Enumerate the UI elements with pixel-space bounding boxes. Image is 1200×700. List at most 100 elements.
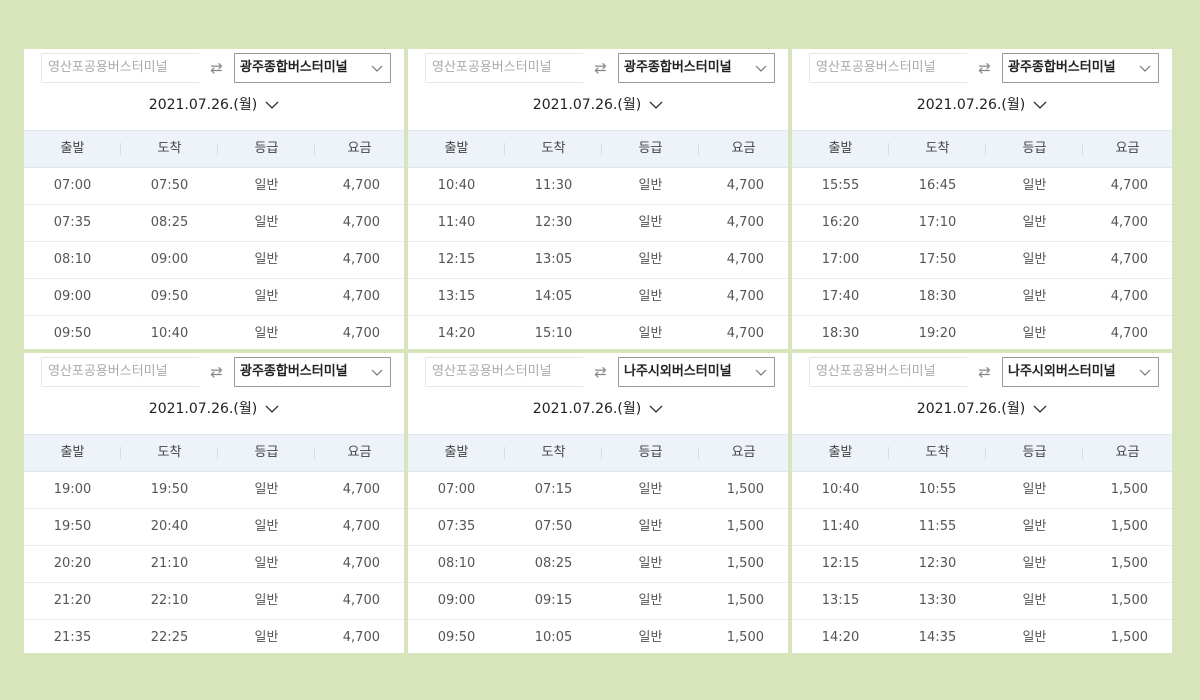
date-selector[interactable]: 2021.07.26.(월) <box>408 397 788 421</box>
chevron-down-icon <box>649 405 663 413</box>
chevron-down-icon <box>755 65 767 72</box>
bus-grade: 일반 <box>254 482 279 497</box>
arrival-time: 19:50 <box>150 482 189 497</box>
bus-grade: 일반 <box>254 252 279 267</box>
arrival-time: 12:30 <box>918 556 957 571</box>
fare: 4,700 <box>726 215 764 230</box>
table-row: 09:00 09:15 일반 1,500 <box>408 583 788 620</box>
origin-field[interactable]: 영산포공용버스터미널 <box>809 357 967 387</box>
bus-grade: 일반 <box>638 326 663 341</box>
origin-field[interactable]: 영산포공용버스터미널 <box>809 53 967 83</box>
table-row: 19:50 20:40 일반 4,700 <box>24 509 404 546</box>
chevron-down-icon <box>371 65 383 72</box>
arrival-time: 10:05 <box>534 630 573 645</box>
departure-time: 08:10 <box>437 556 476 571</box>
destination-label: 광주종합버스터미널 <box>240 60 348 75</box>
arrival-time: 09:15 <box>534 593 573 608</box>
header-divider <box>888 447 889 459</box>
route-selector: 영산포공용버스터미널 ⇄ 나주시외버스터미널 <box>425 357 775 387</box>
destination-select[interactable]: 나주시외버스터미널 <box>618 357 775 387</box>
arrival-time: 11:30 <box>534 178 573 193</box>
departure-time: 12:15 <box>821 556 860 571</box>
date-selector[interactable]: 2021.07.26.(월) <box>24 397 404 421</box>
bus-grade: 일반 <box>1022 556 1047 571</box>
swap-icon[interactable]: ⇄ <box>583 357 618 387</box>
arrival-time: 16:45 <box>918 178 957 193</box>
header-fare: 요금 <box>731 445 756 460</box>
date-selector[interactable]: 2021.07.26.(월) <box>792 93 1172 117</box>
chevron-down-icon <box>1139 65 1151 72</box>
departure-time: 11:40 <box>437 215 476 230</box>
destination-label: 나주시외버스터미널 <box>624 364 732 379</box>
departure-time: 09:00 <box>437 593 476 608</box>
table-row: 07:35 07:50 일반 1,500 <box>408 509 788 546</box>
bus-grade: 일반 <box>254 215 279 230</box>
fare: 4,700 <box>726 326 764 341</box>
swap-icon[interactable]: ⇄ <box>967 357 1002 387</box>
departure-time: 14:20 <box>437 326 476 341</box>
destination-label: 광주종합버스터미널 <box>624 60 732 75</box>
header-divider <box>120 447 121 459</box>
table-row: 16:20 17:10 일반 4,700 <box>792 205 1172 242</box>
arrival-time: 07:50 <box>150 178 189 193</box>
fare: 4,700 <box>342 215 380 230</box>
origin-field[interactable]: 영산포공용버스터미널 <box>425 53 583 83</box>
arrival-time: 21:10 <box>150 556 189 571</box>
table-row: 13:15 13:30 일반 1,500 <box>792 583 1172 620</box>
swap-icon[interactable]: ⇄ <box>199 357 234 387</box>
origin-field[interactable]: 영산포공용버스터미널 <box>41 357 199 387</box>
origin-field[interactable]: 영산포공용버스터미널 <box>41 53 199 83</box>
fare: 4,700 <box>342 289 380 304</box>
table-row: 14:20 14:35 일반 1,500 <box>792 620 1172 653</box>
table-row: 12:15 13:05 일반 4,700 <box>408 242 788 279</box>
departure-time: 13:15 <box>437 289 476 304</box>
route-selector: 영산포공용버스터미널 ⇄ 광주종합버스터미널 <box>425 53 775 83</box>
timetable-panel: 영산포공용버스터미널 ⇄ 광주종합버스터미널 2021.07.26.(월) 출발… <box>24 49 404 349</box>
timetable-panel: 영산포공용버스터미널 ⇄ 광주종합버스터미널 2021.07.26.(월) 출발… <box>24 353 404 653</box>
destination-label: 광주종합버스터미널 <box>240 364 348 379</box>
bus-grade: 일반 <box>254 556 279 571</box>
table-row: 09:50 10:40 일반 4,700 <box>24 316 404 349</box>
arrival-time: 18:30 <box>918 289 957 304</box>
header-departure: 출발 <box>444 141 469 156</box>
swap-icon[interactable]: ⇄ <box>199 53 234 83</box>
date-selector[interactable]: 2021.07.26.(월) <box>408 93 788 117</box>
swap-icon[interactable]: ⇄ <box>583 53 618 83</box>
fare: 4,700 <box>342 326 380 341</box>
header-departure: 출발 <box>828 141 853 156</box>
destination-select[interactable]: 광주종합버스터미널 <box>234 53 391 83</box>
origin-field[interactable]: 영산포공용버스터미널 <box>425 357 583 387</box>
swap-icon[interactable]: ⇄ <box>967 53 1002 83</box>
table-row: 11:40 11:55 일반 1,500 <box>792 509 1172 546</box>
date-selector[interactable]: 2021.07.26.(월) <box>792 397 1172 421</box>
table-body: 15:55 16:45 일반 4,700 16:20 17:10 일반 4,70… <box>792 168 1172 349</box>
destination-select[interactable]: 광주종합버스터미널 <box>234 357 391 387</box>
fare: 1,500 <box>1110 593 1148 608</box>
bus-grade: 일반 <box>254 289 279 304</box>
fare: 4,700 <box>726 178 764 193</box>
fare: 4,700 <box>342 519 380 534</box>
departure-time: 13:15 <box>821 593 860 608</box>
destination-select[interactable]: 나주시외버스터미널 <box>1002 357 1159 387</box>
departure-time: 17:00 <box>821 252 860 267</box>
fare: 1,500 <box>726 630 764 645</box>
table-row: 15:55 16:45 일반 4,700 <box>792 168 1172 205</box>
departure-time: 08:10 <box>53 252 92 267</box>
table-row: 09:00 09:50 일반 4,700 <box>24 279 404 316</box>
date-selector[interactable]: 2021.07.26.(월) <box>24 93 404 117</box>
table-row: 10:40 10:55 일반 1,500 <box>792 472 1172 509</box>
header-fare: 요금 <box>347 445 372 460</box>
fare: 1,500 <box>726 556 764 571</box>
arrival-time: 09:50 <box>150 289 189 304</box>
departure-time: 09:50 <box>53 326 92 341</box>
route-selector: 영산포공용버스터미널 ⇄ 나주시외버스터미널 <box>809 357 1159 387</box>
destination-select[interactable]: 광주종합버스터미널 <box>1002 53 1159 83</box>
header-divider <box>601 143 602 155</box>
table-header: 출발 도착 등급 요금 <box>792 434 1172 472</box>
arrival-time: 08:25 <box>150 215 189 230</box>
bus-grade: 일반 <box>638 519 663 534</box>
destination-select[interactable]: 광주종합버스터미널 <box>618 53 775 83</box>
fare: 1,500 <box>1110 630 1148 645</box>
table-row: 14:20 15:10 일반 4,700 <box>408 316 788 349</box>
arrival-time: 12:30 <box>534 215 573 230</box>
